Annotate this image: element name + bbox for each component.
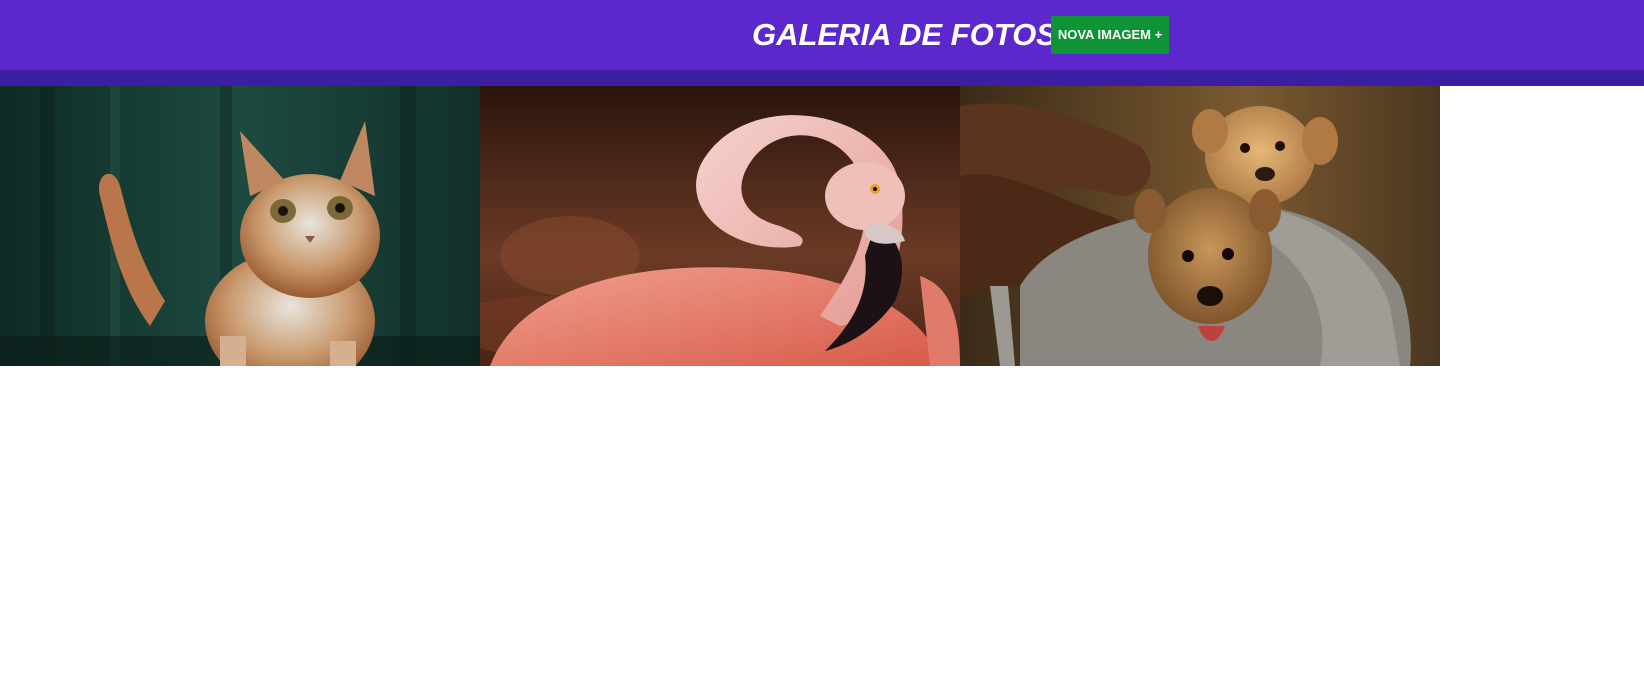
gallery-photo-cat[interactable] [0,86,480,366]
flamingo-photo-image [480,86,960,366]
page-title: GALERIA DE FOTOS [752,17,1057,52]
gallery-photo-flamingo[interactable] [480,86,960,366]
new-image-button[interactable]: NOVA IMAGEM + [1051,16,1169,54]
header-strip [0,70,1644,86]
cat-photo-image [0,86,480,366]
app-header: GALERIA DE FOTOS NOVA IMAGEM + [0,0,1644,70]
puppies-photo-image [960,86,1440,366]
photo-gallery [0,86,1440,366]
gallery-photo-puppies[interactable] [960,86,1440,366]
